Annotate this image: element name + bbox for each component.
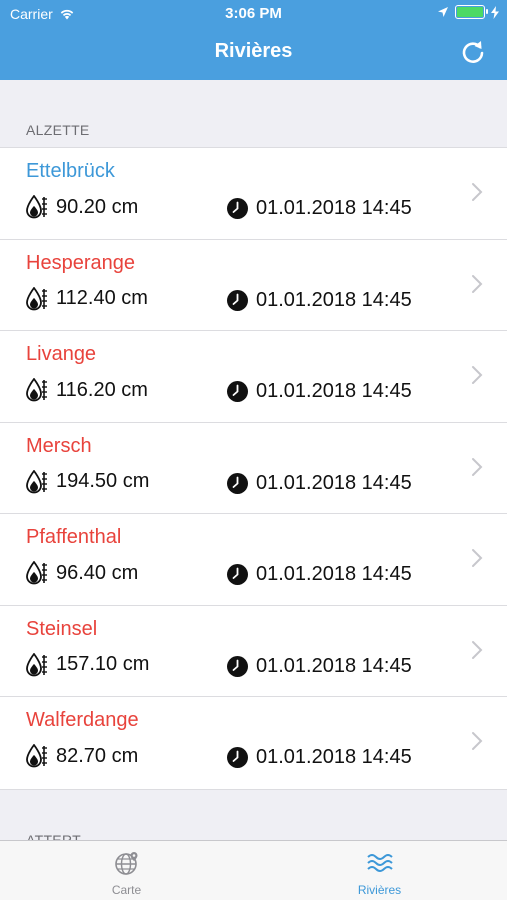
chevron-right-icon [472,366,483,384]
clock-icon [227,472,248,494]
status-bar: Carrier 3:06 PM [0,0,507,28]
tab-rivieres-label: Rivières [357,883,402,897]
water-level: 112.40 cm [26,286,148,311]
station-row[interactable]: Mersch 194.50 cm 01.01.2018 14:45 [0,423,507,514]
location-arrow-icon [438,7,448,17]
tab-rivieres[interactable]: Rivières [253,841,506,900]
measurement-time: 01.01.2018 14:45 [227,655,412,678]
station-row[interactable]: Pfaffenthal 96.40 cm 01.01.2018 14:45 [0,514,507,606]
measurement-time: 01.01.2018 14:45 [227,197,412,220]
station-name: Walferdange [26,709,139,731]
station-name: Ettelbrück [26,160,115,182]
waves-icon [366,854,393,872]
charging-bolt-icon [491,5,499,19]
measurement-time: 01.01.2018 14:45 [227,289,412,312]
station-name: Livange [26,343,97,365]
clock-icon [227,564,248,585]
water-level-value: 112.40 cm [56,287,148,309]
water-level-icon [26,195,47,219]
station-row-content: Ettelbrück 90.20 cm 01.01.2018 14:45 [26,148,507,239]
battery-icon [455,5,488,19]
chevron-right-icon [472,732,483,750]
clock-icon [227,381,248,402]
measurement-time: 01.01.2018 14:45 [227,380,412,403]
water-level-value: 157.10 cm [56,653,150,675]
measurement-time-value: 01.01.2018 14:45 [256,746,412,768]
water-level-value: 96.40 cm [56,561,139,584]
chevron-right-icon [472,457,483,476]
measurement-time: 01.01.2018 14:45 [227,746,412,769]
section-header-attert: ATTERT [26,831,81,841]
water-level-icon [26,286,47,310]
tab-carte[interactable]: Carte [0,841,253,900]
water-level-icon [26,652,47,676]
station-row-content: Hesperange 112.40 cm 01.01.2018 14:45 [26,240,507,331]
status-right [437,5,499,19]
measurement-time: 01.01.2018 14:45 [227,472,412,495]
measurement-time-value: 01.01.2018 14:45 [256,197,412,219]
water-level: 82.70 cm [26,744,138,768]
measurement-time-value: 01.01.2018 14:45 [256,563,412,585]
water-level: 194.50 cm [26,469,150,494]
station-row-content: Livange 116.20 cm 01.01.2018 14:45 [26,331,507,422]
rivers-list[interactable]: ALZETTE Ettelbrück 90.20 cm 01.01.2018 14:… [0,80,507,840]
water-level: 157.10 cm [26,652,150,677]
water-level-value: 194.50 cm [56,470,150,492]
station-row[interactable]: Livange 116.20 cm 01.01.2018 14:45 [0,331,507,423]
water-level-icon [26,744,47,768]
water-level-icon [26,378,47,402]
station-list-alzette: Ettelbrück 90.20 cm 01.01.2018 14:45 Hesper… [0,147,507,790]
water-level-icon [26,561,47,585]
navigation-header: Carrier 3:06 PM Rivières [0,0,507,80]
globe-icon [114,852,137,875]
station-row-content: Walferdange 82.70 cm 01.01.2018 14:45 [26,697,507,789]
measurement-time: 01.01.2018 14:45 [227,563,412,586]
water-level-value: 82.70 cm [56,744,139,767]
station-row[interactable]: Ettelbrück 90.20 cm 01.01.2018 14:45 [0,148,507,240]
station-row-content: Steinsel 157.10 cm 01.01.2018 14:45 [26,606,507,697]
measurement-time-value: 01.01.2018 14:45 [256,288,412,311]
measurement-time-value: 01.01.2018 14:45 [256,471,412,494]
status-time: 3:06 PM [225,5,282,22]
station-row-content: Mersch 194.50 cm 01.01.2018 14:45 [26,423,507,514]
station-name: Pfaffenthal [26,526,122,548]
measurement-time-value: 01.01.2018 14:45 [256,380,412,402]
station-row-content: Pfaffenthal 96.40 cm 01.01.2018 14:45 [26,514,507,605]
station-row[interactable]: Walferdange 82.70 cm 01.01.2018 14:45 [0,697,507,789]
refresh-icon[interactable] [459,38,487,66]
water-level: 90.20 cm [26,195,138,219]
clock-icon [227,198,248,219]
measurement-time-value: 01.01.2018 14:45 [256,654,412,677]
page-title: Rivières [214,40,293,62]
station-name: Mersch [26,434,92,457]
chevron-right-icon [472,183,483,201]
clock-icon [227,655,248,677]
water-level-value: 90.20 cm [56,195,139,218]
section-header-alzette: ALZETTE [26,122,90,138]
station-row[interactable]: Hesperange 112.40 cm 01.01.2018 14:45 [0,240,507,331]
water-level: 116.20 cm [26,378,148,402]
station-name: Steinsel [26,617,98,640]
tab-bar: Carte Rivières [0,840,507,900]
water-level: 96.40 cm [26,561,138,585]
chevron-right-icon [472,274,483,293]
station-name: Hesperange [26,251,135,274]
chevron-right-icon [472,549,483,567]
clock-icon [227,747,248,768]
tab-carte-label: Carte [111,883,142,897]
water-level-icon [26,469,47,493]
clock-icon [227,289,248,311]
water-level-value: 116.20 cm [56,378,148,401]
station-row[interactable]: Steinsel 157.10 cm 01.01.2018 14:45 [0,606,507,697]
chevron-right-icon [472,640,483,659]
